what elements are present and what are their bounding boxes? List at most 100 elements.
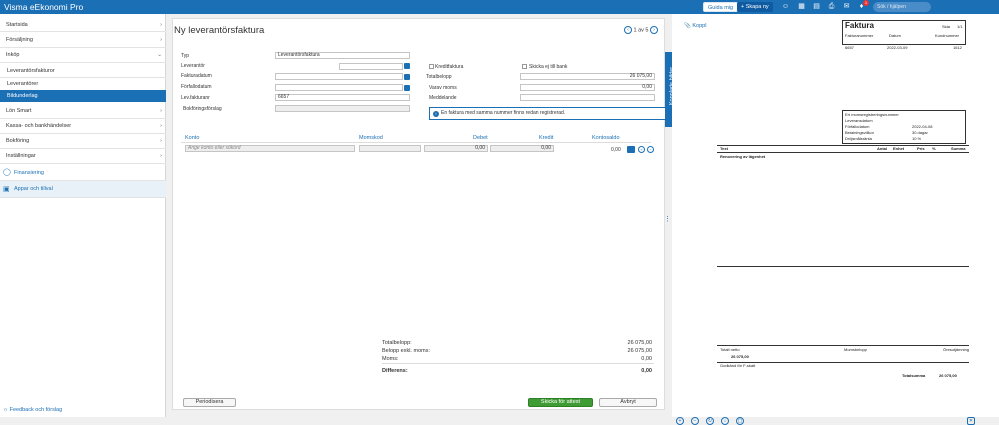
- sidebar-item-finansiering[interactable]: ◯ Finansiering: [0, 165, 166, 181]
- zoom-in-icon[interactable]: +: [676, 417, 684, 425]
- chevron-right-icon: ›: [160, 138, 162, 144]
- doc-head-1: Fakturanummer: [845, 33, 874, 38]
- expand-icon[interactable]: ▢: [736, 417, 744, 425]
- remove-row-icon[interactable]: −: [647, 146, 654, 153]
- search-icon[interactable]: [404, 63, 410, 69]
- col-kontosaldo: Kontosaldo: [592, 135, 620, 141]
- totalbelopp-label: Totalbelopp: [426, 74, 452, 80]
- sidebar-item-startsida[interactable]: Startsida ›: [0, 18, 166, 32]
- delete-icon[interactable]: ✕: [967, 417, 975, 425]
- kredit-input[interactable]: 0,00: [490, 145, 554, 152]
- document-user-icon[interactable]: ▤: [812, 2, 821, 11]
- doc-sida-label: Sida: [942, 24, 951, 29]
- forfallodatum-input[interactable]: [275, 84, 403, 91]
- info-icon: i: [433, 111, 439, 117]
- col-kredit: Kredit: [539, 135, 554, 141]
- debet-input[interactable]: 0,00: [424, 145, 488, 152]
- doc-head-2: Datum: [889, 33, 901, 38]
- create-new-button[interactable]: + Skapa ny: [737, 2, 773, 12]
- bokforingsforslag-select[interactable]: [275, 105, 410, 112]
- doc-sida-value: 1/1: [957, 24, 963, 29]
- sidebar-item-inkop[interactable]: Inköp ⌄: [0, 48, 166, 63]
- exkl-moms-label: Belopp exkl. moms:: [382, 348, 430, 354]
- drag-handle-icon[interactable]: ⋮: [664, 215, 671, 223]
- skicka-for-attest-button[interactable]: Skicka för attest: [528, 398, 593, 407]
- guide-button[interactable]: Guida mig: [703, 2, 739, 12]
- momskod-select[interactable]: [359, 145, 421, 152]
- divider: [382, 363, 654, 364]
- divider: [181, 142, 651, 143]
- chevron-right-icon: ›: [160, 123, 162, 129]
- col-konto: Konto: [185, 135, 200, 141]
- next-icon[interactable]: ›: [650, 26, 658, 34]
- leverantor-input[interactable]: [339, 63, 403, 70]
- top-bar: Visma eEkonomi Pro Guida mig + Skapa ny …: [0, 0, 999, 14]
- pager: ‹ 1 av 5 ›: [623, 26, 658, 34]
- moms-input[interactable]: 0,00: [520, 84, 655, 91]
- chevron-right-icon: ›: [160, 153, 162, 159]
- sidebar-item-leverantorsfakturor[interactable]: Leverantörsfakturor: [0, 64, 166, 78]
- sidebar-item-installningar[interactable]: Inställningar ›: [0, 149, 166, 164]
- fakturadatum-label: Fakturadatum: [181, 73, 212, 79]
- totalbelopp-sum-label: Totalbelopp:: [382, 340, 412, 346]
- download-icon[interactable]: ↓: [721, 417, 729, 425]
- prev-icon[interactable]: ‹: [623, 26, 632, 34]
- chat-icon[interactable]: ✉: [842, 2, 851, 11]
- calendar-icon[interactable]: [404, 85, 410, 91]
- moms-label: Varav moms: [429, 85, 457, 91]
- leverantor-label: Leverantör: [181, 63, 205, 69]
- zoom-out-icon[interactable]: −: [691, 417, 699, 425]
- levfakturanr-input[interactable]: 6657: [275, 94, 410, 101]
- invoice-document-image: Faktura Sida 1/1 Fakturanummer Datum Kun…: [717, 18, 969, 383]
- typ-label: Typ: [181, 53, 190, 59]
- rotate-icon[interactable]: ↻: [706, 417, 714, 425]
- col-debet: Debet: [473, 135, 488, 141]
- search-input[interactable]: Sök / hjälpen: [873, 2, 931, 12]
- app-name: Visma eEkonomi Pro: [4, 2, 84, 12]
- typ-select[interactable]: Leverantörsfaktura: [275, 52, 410, 59]
- sidebar-item-lon-smart[interactable]: Lön Smart ›: [0, 104, 166, 119]
- skicka-checkbox[interactable]: [522, 64, 527, 69]
- invoice-form: Ny leverantörsfaktura ‹ 1 av 5 › Typ Lev…: [172, 18, 666, 410]
- doc-title: Faktura: [845, 21, 874, 30]
- page-title: Ny leverantörsfaktura: [174, 25, 265, 36]
- bell-icon[interactable]: ♦ 1: [857, 0, 869, 11]
- totalbelopp-sum-value: 26 075,00: [627, 340, 652, 346]
- bokforingsforslag-label: Bokföringsförslag: [183, 106, 222, 112]
- forfallodatum-label: Förfallodatum: [181, 84, 212, 90]
- link-icon[interactable]: 📎 Koppl: [684, 23, 706, 29]
- calendar-icon[interactable]: [404, 74, 410, 80]
- add-row-icon[interactable]: +: [638, 146, 645, 153]
- fakturadatum-input[interactable]: [275, 73, 403, 80]
- doc-val-3: 1612: [953, 45, 962, 50]
- sidebar-item-bokforing[interactable]: Bokföring ›: [0, 134, 166, 149]
- lightbulb-icon: ☼: [3, 407, 9, 413]
- chevron-right-icon: ›: [160, 37, 162, 43]
- periodisera-button[interactable]: Periodisera: [183, 398, 236, 407]
- sidebar-item-forsaljning[interactable]: Försäljning ›: [0, 33, 166, 48]
- user-icon[interactable]: ☺: [781, 2, 790, 11]
- sidebar-item-bildunderlag[interactable]: Bildunderlag: [0, 90, 166, 102]
- attach-icon[interactable]: [627, 146, 635, 153]
- col-momskod: Momskod: [359, 135, 383, 141]
- chevron-right-icon: ›: [160, 22, 162, 28]
- meddelande-label: Meddelande: [429, 95, 457, 101]
- exkl-moms-value: 26 075,00: [627, 348, 652, 354]
- kreditfaktura-checkbox[interactable]: [429, 64, 434, 69]
- sidebar-item-kassa[interactable]: Kassa- och bankhändelser ›: [0, 119, 166, 134]
- sidebar-item-appar[interactable]: ▣ Appar och tillval: [0, 181, 166, 198]
- skicka-label: Skicka ej till bank: [529, 64, 568, 70]
- totalbelopp-input[interactable]: 26 075,00: [520, 73, 655, 80]
- piggybank-icon: ◯: [3, 169, 11, 176]
- meddelande-input[interactable]: [520, 94, 655, 101]
- kreditfaktura-label: Kreditfaktura: [435, 64, 464, 70]
- clipboard-icon[interactable]: ▦: [797, 2, 806, 11]
- duplicate-info-box: i En faktura med samma nummer finns reda…: [429, 107, 666, 120]
- sidebar: Startsida › Försäljning › Inköp ⌄ Leverantö…: [0, 14, 166, 417]
- konto-input[interactable]: Ange konto eller sökord: [185, 145, 355, 152]
- moms-sum-value: 0,00: [641, 356, 652, 362]
- print-icon[interactable]: ⎙: [827, 2, 836, 11]
- bag-icon: ▣: [3, 186, 10, 193]
- avbryt-button[interactable]: Avbryt: [599, 398, 657, 407]
- feedback-link[interactable]: ☼ Feedback och förslag: [3, 407, 62, 413]
